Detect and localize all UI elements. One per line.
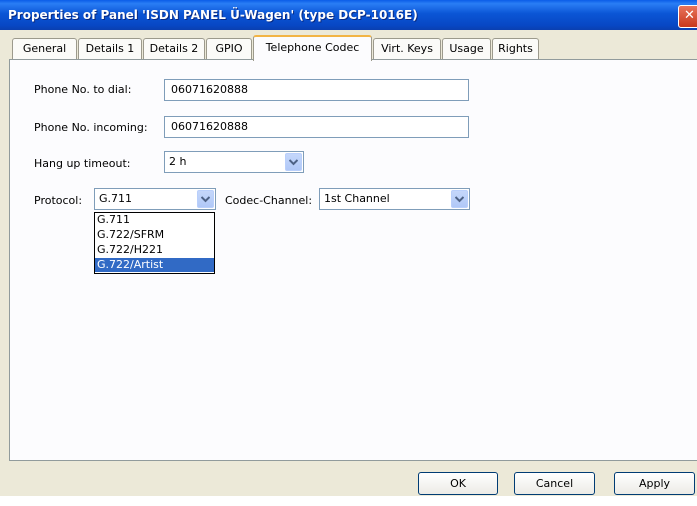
protocol-select[interactable]: G.711 <box>94 188 216 210</box>
close-button[interactable]: ✕ <box>678 5 697 28</box>
protocol-option[interactable]: G.711 <box>95 213 214 227</box>
tab-details-1[interactable]: Details 1 <box>78 38 142 59</box>
protocol-option[interactable]: G.722/SFRM <box>95 228 214 242</box>
tab-gpio[interactable]: GPIO <box>206 38 252 59</box>
protocol-value: G.711 <box>99 192 133 205</box>
codec-channel-select[interactable]: 1st Channel <box>319 188 470 210</box>
title-bar[interactable]: Properties of Panel 'ISDN PANEL Ü-Wagen'… <box>0 0 697 30</box>
hangup-timeout-select[interactable]: 2 h <box>164 151 304 173</box>
tab-virt-keys[interactable]: Virt. Keys <box>373 38 441 59</box>
protocol-option-highlighted[interactable]: G.722/Artist <box>95 258 214 272</box>
close-icon: ✕ <box>684 8 695 23</box>
chevron-down-icon <box>455 196 464 203</box>
ok-button[interactable]: OK <box>418 472 498 495</box>
codec-channel-value: 1st Channel <box>324 192 390 205</box>
phone-dial-input[interactable]: 06071620888 <box>164 79 469 101</box>
window-title: Properties of Panel 'ISDN PANEL Ü-Wagen'… <box>8 8 418 22</box>
apply-button[interactable]: Apply <box>614 472 695 495</box>
chevron-down-icon <box>201 196 210 203</box>
tab-usage[interactable]: Usage <box>442 38 491 59</box>
phone-incoming-input[interactable]: 06071620888 <box>164 116 469 138</box>
tab-telephone-codec[interactable]: Telephone Codec <box>253 35 372 61</box>
protocol-dropdown-list: G.711 G.722/SFRM G.722/H221 G.722/Artist <box>94 212 215 274</box>
protocol-dropdown-button[interactable] <box>197 190 214 208</box>
tab-general[interactable]: General <box>12 38 77 59</box>
tab-rights[interactable]: Rights <box>492 38 539 59</box>
cancel-button[interactable]: Cancel <box>514 472 595 495</box>
codec-channel-dropdown-button[interactable] <box>451 190 468 208</box>
hangup-timeout-value: 2 h <box>169 155 187 168</box>
protocol-option[interactable]: G.722/H221 <box>95 243 214 257</box>
chevron-down-icon <box>289 159 298 166</box>
hangup-dropdown-button[interactable] <box>285 153 302 171</box>
tab-details-2[interactable]: Details 2 <box>143 38 205 59</box>
